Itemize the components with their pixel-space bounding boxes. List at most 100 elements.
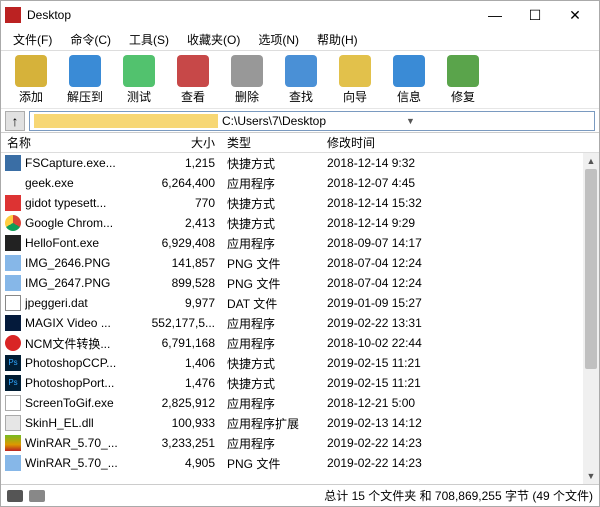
file-type: 应用程序 bbox=[221, 235, 321, 252]
tool-btn-解压到[interactable]: 解压到 bbox=[63, 55, 107, 105]
file-icon: Ps bbox=[5, 375, 21, 391]
up-button[interactable]: ↑ bbox=[5, 111, 25, 131]
window-title: Desktop bbox=[27, 8, 475, 22]
menu-item-1[interactable]: 命令(C) bbox=[62, 29, 119, 50]
window-controls: — ☐ ✕ bbox=[475, 2, 595, 28]
file-row[interactable]: HelloFont.exe6,929,408应用程序2018-09-07 14:… bbox=[1, 233, 599, 253]
scroll-thumb[interactable] bbox=[585, 169, 597, 369]
lock-icon bbox=[29, 490, 45, 502]
file-row[interactable]: SkinH_EL.dll100,933应用程序扩展2019-02-13 14:1… bbox=[1, 413, 599, 433]
menu-item-0[interactable]: 文件(F) bbox=[5, 29, 60, 50]
file-list: FSCapture.exe...1,215快捷方式2018-12-14 9:32… bbox=[1, 153, 599, 484]
file-date: 2019-01-09 15:27 bbox=[321, 296, 599, 310]
tool-btn-添加[interactable]: 添加 bbox=[9, 55, 53, 105]
maximize-button[interactable]: ☐ bbox=[515, 2, 555, 28]
file-row[interactable]: jpeggeri.dat9,977DAT 文件2019-01-09 15:27 bbox=[1, 293, 599, 313]
file-name: gidot typesett... bbox=[25, 196, 106, 210]
file-row[interactable]: IMG_2646.PNG141,857PNG 文件2018-07-04 12:2… bbox=[1, 253, 599, 273]
tool-btn-查找[interactable]: 查找 bbox=[279, 55, 323, 105]
menu-item-4[interactable]: 选项(N) bbox=[250, 29, 307, 50]
file-row[interactable]: gidot typesett...770快捷方式2018-12-14 15:32 bbox=[1, 193, 599, 213]
menu-item-3[interactable]: 收藏夹(O) bbox=[179, 29, 248, 50]
tool-btn-删除[interactable]: 删除 bbox=[225, 55, 269, 105]
tool-label: 测试 bbox=[127, 88, 151, 105]
col-header-name[interactable]: 名称 bbox=[1, 134, 141, 151]
file-name: HelloFont.exe bbox=[25, 236, 99, 250]
address-path: C:\Users\7\Desktop bbox=[222, 114, 406, 128]
minimize-button[interactable]: — bbox=[475, 2, 515, 28]
file-date: 2018-12-21 5:00 bbox=[321, 396, 599, 410]
file-icon bbox=[5, 395, 21, 411]
file-icon bbox=[5, 335, 21, 351]
file-type: 应用程序 bbox=[221, 395, 321, 412]
file-name: WinRAR_5.70_... bbox=[25, 456, 118, 470]
scroll-up-arrow[interactable]: ▲ bbox=[583, 153, 599, 169]
file-date: 2018-09-07 14:17 bbox=[321, 236, 599, 250]
file-name: NCM文件转换... bbox=[25, 335, 110, 352]
scroll-down-arrow[interactable]: ▼ bbox=[583, 468, 599, 484]
file-row[interactable]: Google Chrom...2,413快捷方式2018-12-14 9:29 bbox=[1, 213, 599, 233]
file-date: 2019-02-13 14:12 bbox=[321, 416, 599, 430]
file-type: 应用程序 bbox=[221, 435, 321, 452]
menu-item-5[interactable]: 帮助(H) bbox=[309, 29, 366, 50]
file-row[interactable]: FSCapture.exe...1,215快捷方式2018-12-14 9:32 bbox=[1, 153, 599, 173]
col-header-size[interactable]: 大小 bbox=[141, 134, 221, 151]
file-date: 2019-02-15 11:21 bbox=[321, 356, 599, 370]
tool-btn-向导[interactable]: 向导 bbox=[333, 55, 377, 105]
scrollbar[interactable]: ▲ ▼ bbox=[583, 153, 599, 484]
file-row[interactable]: PsPhotoshopCCP...1,406快捷方式2019-02-15 11:… bbox=[1, 353, 599, 373]
tool-btn-查看[interactable]: 查看 bbox=[171, 55, 215, 105]
file-size: 2,413 bbox=[141, 216, 221, 230]
file-size: 9,977 bbox=[141, 296, 221, 310]
tool-icon bbox=[123, 55, 155, 87]
tool-icon bbox=[339, 55, 371, 87]
tool-label: 查看 bbox=[181, 88, 205, 105]
file-date: 2018-07-04 12:24 bbox=[321, 276, 599, 290]
file-date: 2019-02-22 14:23 bbox=[321, 456, 599, 470]
file-type: PNG 文件 bbox=[221, 455, 321, 472]
file-icon bbox=[5, 175, 21, 191]
file-size: 2,825,912 bbox=[141, 396, 221, 410]
file-row[interactable]: WinRAR_5.70_...4,905PNG 文件2019-02-22 14:… bbox=[1, 453, 599, 473]
address-dropdown-icon[interactable]: ▼ bbox=[406, 116, 590, 126]
file-date: 2018-12-14 9:29 bbox=[321, 216, 599, 230]
tool-btn-修复[interactable]: 修复 bbox=[441, 55, 485, 105]
file-name: MAGIX Video ... bbox=[25, 316, 111, 330]
file-row[interactable]: WinRAR_5.70_...3,233,251应用程序2019-02-22 1… bbox=[1, 433, 599, 453]
file-icon bbox=[5, 235, 21, 251]
file-size: 100,933 bbox=[141, 416, 221, 430]
tool-label: 向导 bbox=[343, 88, 367, 105]
scroll-track[interactable] bbox=[583, 169, 599, 468]
file-row[interactable]: geek.exe6,264,400应用程序2018-12-07 4:45 bbox=[1, 173, 599, 193]
file-type: DAT 文件 bbox=[221, 295, 321, 312]
col-header-type[interactable]: 类型 bbox=[221, 134, 321, 151]
file-name: PhotoshopCCP... bbox=[25, 356, 116, 370]
tool-btn-测试[interactable]: 测试 bbox=[117, 55, 161, 105]
tool-icon bbox=[447, 55, 479, 87]
status-icons bbox=[7, 490, 45, 502]
file-icon: Ps bbox=[5, 355, 21, 371]
col-header-date[interactable]: 修改时间 bbox=[321, 134, 599, 151]
file-row[interactable]: MAGIX Video ...552,177,5...应用程序2019-02-2… bbox=[1, 313, 599, 333]
statusbar: 总计 15 个文件夹 和 708,869,255 字节 (49 个文件) bbox=[1, 484, 599, 506]
list-header: 名称 大小 类型 修改时间 bbox=[1, 133, 599, 153]
file-date: 2018-12-07 4:45 bbox=[321, 176, 599, 190]
file-type: 应用程序 bbox=[221, 315, 321, 332]
file-row[interactable]: IMG_2647.PNG899,528PNG 文件2018-07-04 12:2… bbox=[1, 273, 599, 293]
address-input[interactable]: C:\Users\7\Desktop ▼ bbox=[29, 111, 595, 131]
file-type: 快捷方式 bbox=[221, 155, 321, 172]
tool-btn-信息[interactable]: 信息 bbox=[387, 55, 431, 105]
file-name: IMG_2647.PNG bbox=[25, 276, 110, 290]
tool-label: 删除 bbox=[235, 88, 259, 105]
file-row[interactable]: PsPhotoshopPort...1,476快捷方式2019-02-15 11… bbox=[1, 373, 599, 393]
toolbar: 添加解压到测试 查看 删除 查找向导 信息修复 bbox=[1, 51, 599, 109]
menu-item-2[interactable]: 工具(S) bbox=[121, 29, 177, 50]
tool-icon bbox=[393, 55, 425, 87]
file-size: 6,791,168 bbox=[141, 336, 221, 350]
file-row[interactable]: NCM文件转换...6,791,168应用程序2018-10-02 22:44 bbox=[1, 333, 599, 353]
file-icon bbox=[5, 455, 21, 471]
file-row[interactable]: ScreenToGif.exe2,825,912应用程序2018-12-21 5… bbox=[1, 393, 599, 413]
file-date: 2018-07-04 12:24 bbox=[321, 256, 599, 270]
close-button[interactable]: ✕ bbox=[555, 2, 595, 28]
disk-icon bbox=[7, 490, 23, 502]
